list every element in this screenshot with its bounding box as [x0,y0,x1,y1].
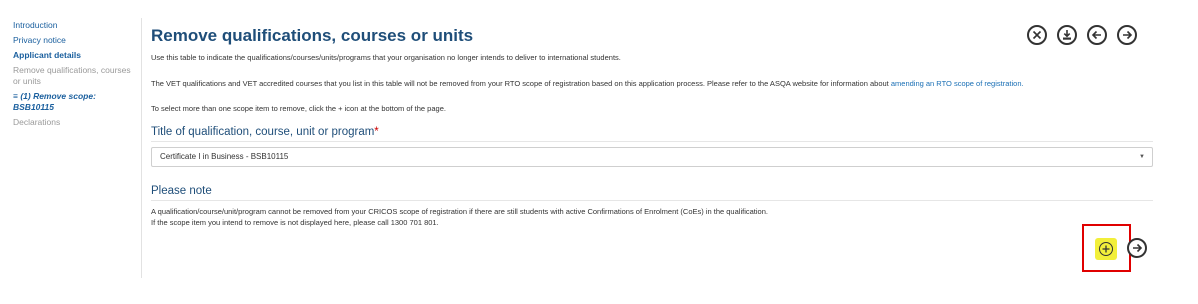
field-label-text: Title of qualification, course, unit or … [151,126,375,138]
chevron-down-icon: ▼ [1139,154,1145,160]
forward-icon[interactable] [1117,25,1137,45]
sidebar-nav: Introduction Privacy notice Applicant de… [13,20,131,132]
note-line-1: A qualification/course/unit/program cann… [151,207,768,216]
vet-text-paragraph: The VET qualifications and VET accredite… [151,79,1161,89]
qualification-select-value: Certificate I in Business - BSB10115 [160,152,289,161]
sidebar-item-declarations[interactable]: Declarations [13,117,131,128]
sidebar-divider [141,18,142,278]
field-divider [151,141,1153,142]
sidebar-item-remove-scope[interactable]: ≡ (1) Remove scope: BSB10115 [13,91,131,113]
save-icon[interactable] [1057,25,1077,45]
forward-icon[interactable] [1127,238,1147,258]
sidebar-item-remove-qualifications[interactable]: Remove qualifications, courses or units [13,65,131,87]
intro-text: Use this table to indicate the qualifica… [151,53,621,62]
page-title: Remove qualifications, courses or units [151,26,474,45]
close-icon[interactable] [1027,25,1047,45]
sidebar-item-introduction[interactable]: Introduction [13,20,131,31]
field-label: Title of qualification, course, unit or … [151,125,379,139]
vet-text: The VET qualifications and VET accredite… [151,79,889,88]
qualification-select[interactable]: Certificate I in Business - BSB10115 ▼ [151,147,1153,167]
required-marker: * [374,126,379,138]
select-instructions: To select more than one scope item to re… [151,104,446,113]
add-icon[interactable] [1099,242,1113,256]
note-line-2: If the scope item you intend to remove i… [151,218,439,227]
note-divider [151,200,1153,201]
sidebar-item-applicant-details[interactable]: Applicant details [13,50,131,61]
note-heading: Please note [151,185,212,197]
back-icon[interactable] [1087,25,1107,45]
sidebar-item-privacy-notice[interactable]: Privacy notice [13,35,131,46]
main-content: Remove qualifications, courses or units … [151,24,1161,227]
amending-scope-link[interactable]: amending an RTO scope of registration. [891,79,1024,88]
